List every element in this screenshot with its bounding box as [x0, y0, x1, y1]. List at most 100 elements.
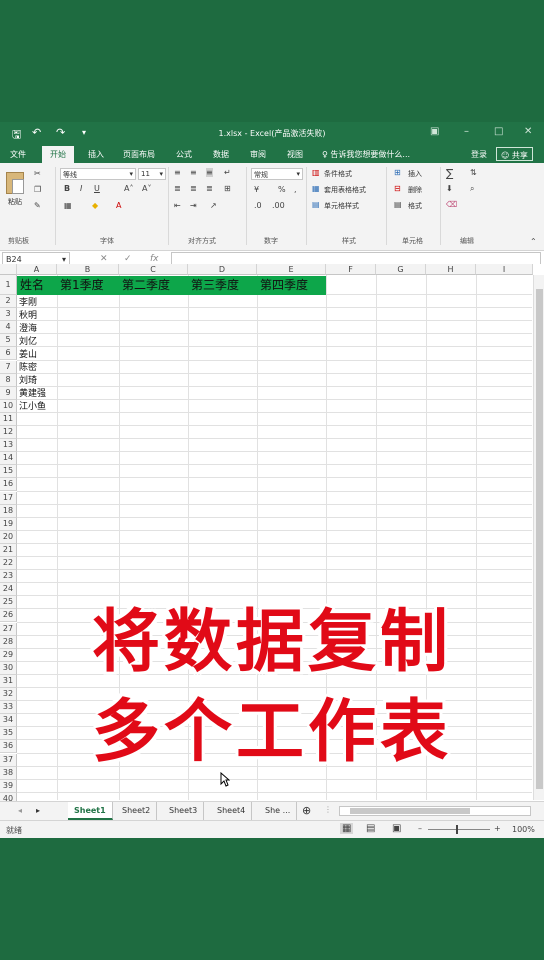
format-cells-button[interactable]: 格式: [408, 201, 422, 211]
column-header[interactable]: G: [376, 264, 426, 275]
insert-cells-button[interactable]: 插入: [408, 169, 422, 179]
bold-icon[interactable]: B: [64, 184, 70, 193]
currency-icon[interactable]: ¥: [254, 185, 259, 194]
minimize-icon[interactable]: –: [464, 126, 469, 137]
increase-font-icon[interactable]: A˄: [124, 184, 133, 193]
delete-cells-button[interactable]: 删除: [408, 185, 422, 195]
sheet-tab-4[interactable]: Sheet4: [211, 802, 253, 820]
name-cell[interactable]: 江小鱼: [19, 401, 46, 413]
tab-formulas[interactable]: 公式: [176, 149, 192, 160]
sheet-tab-1[interactable]: Sheet1: [68, 802, 113, 820]
row-header[interactable]: 15: [0, 465, 17, 479]
prev-sheet-icon[interactable]: ◂: [18, 806, 22, 815]
zoom-slider[interactable]: [428, 829, 490, 830]
orientation-icon[interactable]: ↗: [210, 201, 217, 210]
row-header[interactable]: 22: [0, 557, 17, 571]
borders-icon[interactable]: ▦: [64, 201, 72, 210]
column-header[interactable]: E: [257, 264, 326, 275]
format-painter-icon[interactable]: ✎: [34, 201, 41, 210]
underline-icon[interactable]: U: [94, 184, 100, 193]
column-header[interactable]: A: [17, 264, 57, 275]
header-cell-q3[interactable]: 第三季度: [188, 276, 257, 295]
tab-data[interactable]: 数据: [213, 149, 229, 160]
clear-icon[interactable]: ⌫: [446, 200, 457, 209]
fill-icon[interactable]: ⬇: [446, 184, 453, 193]
horizontal-scroll-thumb[interactable]: [350, 808, 470, 814]
column-header[interactable]: D: [188, 264, 257, 275]
increase-indent-icon[interactable]: ⇥: [190, 201, 197, 210]
name-cell[interactable]: 陈密: [19, 362, 37, 374]
autosum-icon[interactable]: ∑: [446, 167, 453, 180]
row-header[interactable]: 4: [0, 321, 17, 335]
name-cell[interactable]: 刘亿: [19, 336, 37, 348]
insert-function-button[interactable]: fx: [150, 254, 159, 264]
wrap-text-icon[interactable]: ↵: [224, 168, 231, 177]
name-cell[interactable]: 澄海: [19, 323, 37, 335]
tell-me-search[interactable]: ♀ 告诉我您想要做什么...: [322, 149, 410, 160]
row-header[interactable]: 20: [0, 530, 17, 544]
sheet-tab-2[interactable]: Sheet2: [116, 802, 158, 820]
horizontal-scrollbar[interactable]: [339, 806, 531, 816]
row-header[interactable]: 16: [0, 478, 17, 492]
column-header[interactable]: F: [326, 264, 376, 275]
share-button[interactable]: ☺ 共享: [496, 147, 533, 161]
align-middle-icon[interactable]: ≡: [190, 168, 197, 177]
enter-icon[interactable]: ✓: [124, 254, 132, 264]
row-header[interactable]: 21: [0, 543, 17, 557]
row-header[interactable]: 23: [0, 570, 17, 584]
sheet-tab-3[interactable]: Sheet3: [163, 802, 205, 820]
zoom-slider-thumb[interactable]: [456, 825, 458, 834]
name-cell[interactable]: 秋明: [19, 310, 37, 322]
row-header[interactable]: 10: [0, 399, 17, 413]
conditional-format-button[interactable]: 条件格式: [324, 169, 352, 179]
percent-icon[interactable]: %: [278, 185, 286, 194]
header-cell-q2[interactable]: 第二季度: [119, 276, 188, 295]
collapse-ribbon-icon[interactable]: ⌃: [530, 237, 537, 246]
worksheet-grid[interactable]: A B C D E F G H I 1 2 3 4 5 6 7 8 9 10 11 12 13 14 15 1…: [0, 264, 544, 806]
increase-decimal-icon[interactable]: .0: [254, 201, 262, 210]
tab-insert[interactable]: 插入: [88, 149, 104, 160]
row-header[interactable]: 5: [0, 334, 17, 348]
select-all-corner[interactable]: [0, 264, 17, 275]
row-header[interactable]: 12: [0, 426, 17, 440]
align-right-icon[interactable]: ≣: [206, 184, 213, 193]
sheet-tab-more[interactable]: She ...: [259, 802, 298, 820]
tab-view[interactable]: 视图: [287, 149, 303, 160]
ribbon-display-icon[interactable]: ▣: [430, 126, 439, 137]
font-name-select[interactable]: 等线 ▾: [60, 168, 136, 180]
column-header[interactable]: B: [57, 264, 119, 275]
normal-view-icon[interactable]: ▦: [340, 823, 354, 834]
name-cell[interactable]: 姜山: [19, 349, 37, 361]
merge-center-icon[interactable]: ⊞: [224, 184, 231, 193]
row-header[interactable]: 8: [0, 373, 17, 387]
column-header[interactable]: I: [476, 264, 533, 275]
table-format-button[interactable]: 套用表格格式: [324, 185, 366, 195]
paste-icon[interactable]: [6, 172, 24, 194]
fill-color-icon[interactable]: ◆: [92, 201, 98, 210]
number-format-select[interactable]: 常规 ▾: [251, 168, 303, 180]
row-header[interactable]: 1: [0, 275, 17, 295]
close-icon[interactable]: ✕: [524, 126, 532, 137]
row-header[interactable]: 39: [0, 779, 17, 793]
row-header[interactable]: 6: [0, 347, 17, 361]
align-top-icon[interactable]: ≡: [174, 168, 181, 177]
header-cell-q1[interactable]: 第1季度: [57, 276, 119, 295]
tab-home[interactable]: 开始: [42, 146, 74, 163]
name-cell[interactable]: 李刚: [19, 297, 37, 309]
font-size-select[interactable]: 11 ▾: [138, 168, 166, 180]
row-header[interactable]: 2: [0, 295, 17, 309]
row-header[interactable]: 19: [0, 517, 17, 531]
decrease-decimal-icon[interactable]: .00: [272, 201, 285, 210]
header-cell-name[interactable]: 姓名: [17, 276, 57, 295]
align-center-icon[interactable]: ≣: [190, 184, 197, 193]
font-color-icon[interactable]: A: [116, 201, 121, 210]
next-sheet-icon[interactable]: ▸: [36, 806, 40, 815]
name-cell[interactable]: 刘琦: [19, 375, 37, 387]
paste-label[interactable]: 粘贴: [8, 197, 22, 207]
comma-icon[interactable]: ,: [294, 185, 297, 194]
cut-icon[interactable]: ✂: [34, 169, 41, 178]
header-cell-q4[interactable]: 第四季度: [257, 276, 326, 295]
align-bottom-icon[interactable]: ≡: [206, 168, 213, 177]
page-break-view-icon[interactable]: ▣: [392, 823, 401, 834]
align-left-icon[interactable]: ≣: [174, 184, 181, 193]
